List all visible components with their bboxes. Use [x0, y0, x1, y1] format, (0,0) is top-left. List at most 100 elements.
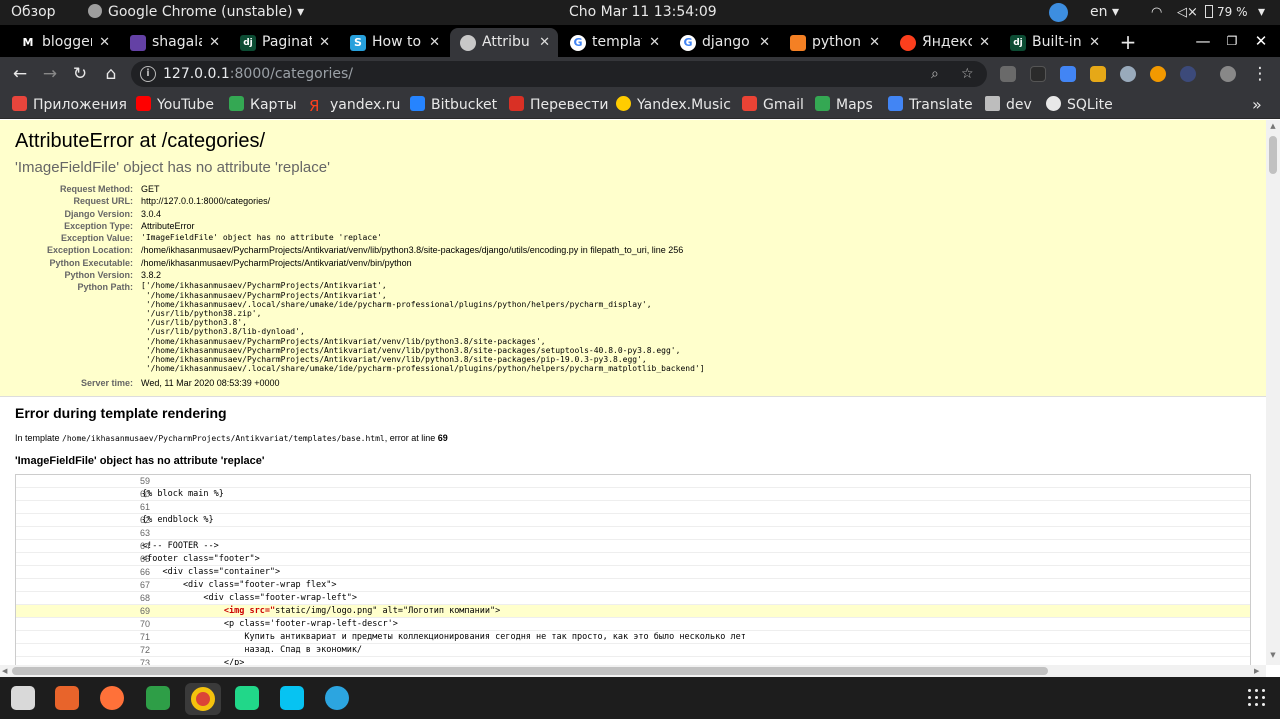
- meta-key: Exception Type:: [64, 220, 133, 231]
- tab-9[interactable]: dj Built-in ✕: [1000, 28, 1108, 57]
- close-icon[interactable]: ✕: [869, 28, 880, 57]
- scroll-left-icon[interactable]: ◀: [2, 665, 7, 677]
- tab-4[interactable]: Attribu ✕: [450, 28, 558, 57]
- bookmark-gmail[interactable]: Gmail: [742, 91, 804, 119]
- meta-key: Python Version:: [64, 270, 133, 281]
- bookmark-apps[interactable]: Приложения: [12, 91, 127, 119]
- close-icon[interactable]: ✕: [979, 28, 990, 57]
- extension-puzzle-icon[interactable]: [1090, 66, 1106, 82]
- horizontal-scroll-thumb[interactable]: [12, 667, 1048, 675]
- line-code: <div class="footer-wrap flex">: [142, 580, 337, 590]
- star-icon[interactable]: ☆: [961, 61, 974, 87]
- back-button[interactable]: ←: [6, 57, 34, 91]
- zoom-search-icon[interactable]: ⌕: [931, 61, 939, 87]
- wifi-icon[interactable]: ◠: [1151, 0, 1162, 25]
- system-top-bar: Обзор Google Chrome (unstable) ▾ Cho Mar…: [0, 0, 1280, 25]
- close-icon[interactable]: ✕: [319, 28, 330, 57]
- tab-0[interactable]: M blogger ✕: [10, 28, 118, 57]
- close-icon[interactable]: ✕: [99, 28, 110, 57]
- bookmark-youtube[interactable]: YouTube: [136, 91, 214, 119]
- tab-3[interactable]: S How to ✕: [340, 28, 448, 57]
- tab-6[interactable]: G django ✕: [670, 28, 778, 57]
- webstorm-icon[interactable]: [280, 686, 304, 710]
- bookmark-translate[interactable]: Translate: [888, 91, 973, 119]
- chrome-dock-active[interactable]: [185, 683, 221, 715]
- home-button[interactable]: ⌂: [97, 57, 125, 91]
- tab-7[interactable]: python ✕: [780, 28, 888, 57]
- bookmark-label: Перевести: [530, 97, 609, 113]
- meta-value: GET: [141, 184, 160, 194]
- extension-translate-icon[interactable]: [1060, 66, 1076, 82]
- bookmark-karty[interactable]: Карты: [229, 91, 297, 119]
- close-icon[interactable]: ✕: [539, 28, 550, 57]
- files-app-icon[interactable]: [11, 686, 35, 710]
- bookmark-maps[interactable]: Maps: [815, 91, 873, 119]
- tab-2[interactable]: dj Paginat ✕: [230, 28, 338, 57]
- extension-circle-icon[interactable]: [1120, 66, 1136, 82]
- plus-icon: +: [1119, 30, 1137, 54]
- extension-a-icon[interactable]: [1180, 66, 1196, 82]
- bookmark-yandex[interactable]: Яyandex.ru: [309, 91, 400, 119]
- tab-title: python: [812, 34, 861, 50]
- extension-orange-icon[interactable]: [1150, 66, 1166, 82]
- tab-1[interactable]: shagala ✕: [120, 28, 228, 57]
- close-window-button[interactable]: ✕: [1248, 25, 1274, 57]
- battery-icon: [1205, 5, 1213, 18]
- horizontal-scrollbar[interactable]: ◀ ▶: [0, 665, 1266, 677]
- vertical-scroll-thumb[interactable]: [1269, 136, 1277, 174]
- chrome-menu-button[interactable]: ⋮: [1246, 57, 1274, 91]
- firefox-icon[interactable]: [100, 686, 124, 710]
- weather-icon[interactable]: [1049, 3, 1068, 22]
- extension-badge-icon[interactable]: [1030, 66, 1046, 82]
- battery-indicator[interactable]: 79 %: [1205, 0, 1248, 25]
- profile-avatar[interactable]: [1220, 66, 1236, 82]
- line-code: назад. Спад в экономик/: [142, 645, 363, 655]
- extension-glasses-icon[interactable]: [1000, 66, 1016, 82]
- telegram-icon[interactable]: [325, 686, 349, 710]
- chat-app-icon[interactable]: [146, 686, 170, 710]
- bookmark-folder-dev[interactable]: dev: [985, 91, 1032, 119]
- clock[interactable]: Cho Mar 11 13:54:09: [569, 0, 717, 25]
- python-path-list: ['/home/ikhasanmusaev/PycharmProjects/An…: [141, 281, 705, 373]
- bookmarks-overflow-icon[interactable]: »: [1252, 91, 1262, 119]
- pycharm-icon[interactable]: [235, 686, 259, 710]
- minimize-button[interactable]: —: [1190, 25, 1216, 57]
- bookmark-yandex-music[interactable]: Yandex.Music: [616, 91, 731, 119]
- software-store-icon[interactable]: [55, 686, 79, 710]
- reload-button[interactable]: ↻: [66, 57, 94, 91]
- bookmark-sqlite[interactable]: SQLite: [1046, 91, 1113, 119]
- source-line: 64 <!-- FOOTER -->: [16, 540, 1250, 553]
- scroll-up-icon[interactable]: ▲: [1266, 122, 1280, 130]
- close-icon[interactable]: ✕: [649, 28, 660, 57]
- url-host: 127.0.0.1: [163, 66, 230, 82]
- forward-button[interactable]: →: [36, 57, 64, 91]
- tab-5[interactable]: G templat ✕: [560, 28, 668, 57]
- new-tab-button[interactable]: +: [1115, 28, 1141, 57]
- activities-button[interactable]: Обзор: [11, 0, 56, 25]
- meta-key: Exception Value:: [60, 233, 133, 244]
- close-icon[interactable]: ✕: [1089, 28, 1100, 57]
- url-path: :8000/categories/: [229, 66, 353, 82]
- url-text[interactable]: 127.0.0.1:8000/categories/: [163, 61, 353, 87]
- show-applications-icon[interactable]: [1248, 689, 1266, 707]
- site-info-icon[interactable]: i: [140, 66, 156, 82]
- restore-button[interactable]: ❐: [1219, 25, 1245, 57]
- scroll-right-icon[interactable]: ▶: [1254, 665, 1259, 677]
- bookmark-translate-ru[interactable]: Перевести: [509, 91, 608, 119]
- tab-8[interactable]: Яндекс ✕: [890, 28, 998, 57]
- line-code: <div class="container">: [142, 567, 281, 577]
- volume-muted-icon[interactable]: ◁×: [1177, 0, 1198, 25]
- address-bar[interactable]: i 127.0.0.1:8000/categories/ ⌕ ☆: [131, 61, 987, 87]
- language-indicator[interactable]: en ▾: [1090, 0, 1119, 25]
- app-menu[interactable]: Google Chrome (unstable) ▾: [88, 0, 304, 25]
- meta-value: 'ImageFieldFile' object has no attribute…: [141, 233, 382, 243]
- scroll-down-icon[interactable]: ▼: [1266, 651, 1280, 659]
- vertical-scrollbar[interactable]: ▲ ▼: [1266, 120, 1280, 665]
- meta-key: Request Method:: [60, 184, 133, 194]
- bookmark-bitbucket[interactable]: Bitbucket: [410, 91, 497, 119]
- close-icon[interactable]: ✕: [759, 28, 770, 57]
- close-icon[interactable]: ✕: [429, 28, 440, 57]
- close-icon[interactable]: ✕: [209, 28, 220, 57]
- power-menu-icon[interactable]: ▾: [1258, 0, 1265, 25]
- source-line: 62 {% endblock %}: [16, 514, 1250, 527]
